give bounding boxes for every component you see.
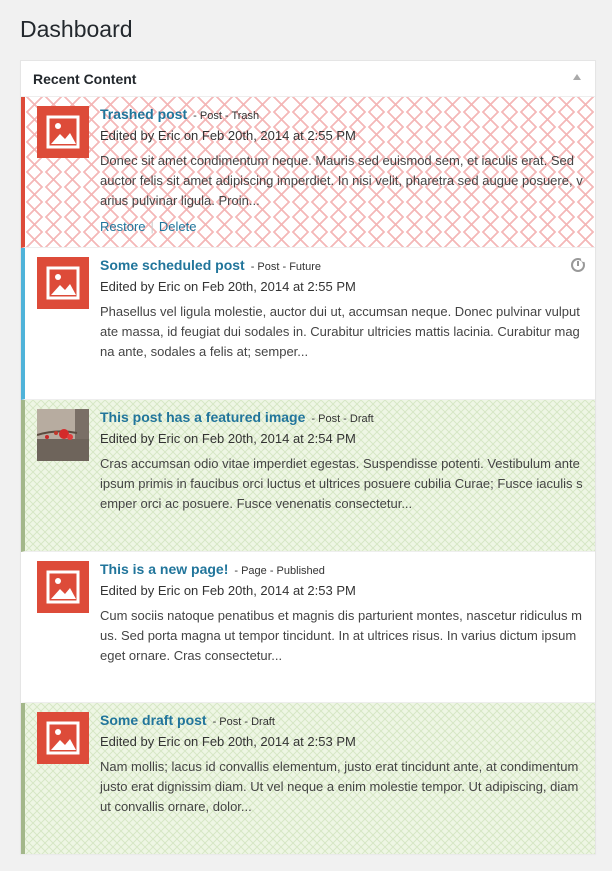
restore-link[interactable]: Restore [100, 219, 146, 234]
content-item-new-page: This is a new page! - Page - Published Ed… [21, 552, 595, 703]
item-actions: Restore | Delete [100, 219, 197, 234]
item-edited-info: Edited by Eric on Feb 20th, 2014 at 2:53… [100, 734, 356, 749]
featured-image-thumbnail [37, 409, 89, 461]
delete-link[interactable]: Delete [159, 219, 197, 234]
item-excerpt: Cum sociis natoque penatibus et magnis d… [100, 608, 582, 663]
action-separator: | [150, 219, 154, 234]
item-type-status: - Page - Published [234, 565, 325, 577]
item-edited-info: Edited by Eric on Feb 20th, 2014 at 2:53… [100, 583, 356, 598]
item-type-status: - Post - Trash [193, 110, 260, 122]
item-edited-info: Edited by Eric on Feb 20th, 2014 at 2:54… [100, 431, 356, 446]
widget-title: Recent Content [33, 71, 137, 87]
triangle-up-icon[interactable] [573, 74, 581, 80]
item-type-status: - Post - Future [250, 261, 321, 273]
item-title-link[interactable]: Trashed post - Post - Trash [100, 106, 259, 122]
item-edited-info: Edited by Eric on Feb 20th, 2014 at 2:55… [100, 279, 356, 294]
item-excerpt: Nam mollis; lacus id convallis elementum… [100, 759, 579, 814]
item-excerpt: Phasellus vel ligula molestie, auctor du… [100, 304, 580, 359]
image-placeholder-icon [37, 561, 89, 613]
item-title-link[interactable]: Some scheduled post - Post - Future [100, 257, 321, 273]
recent-content-widget: Recent Content Trashed post - Post - Tras… [20, 60, 596, 854]
content-item-featured-image-post: This post has a featured image - Post - D… [21, 400, 595, 552]
image-placeholder-icon [37, 712, 89, 764]
image-placeholder-icon [37, 106, 89, 158]
content-item-scheduled-post: Some scheduled post - Post - Future Edite… [21, 248, 595, 400]
item-excerpt: Cras accumsan odio vitae imperdiet egest… [100, 456, 583, 511]
item-type-status: - Post - Draft [212, 716, 275, 728]
content-item-trashed-post: Trashed post - Post - Trash Edited by Eri… [21, 97, 595, 248]
clock-icon [571, 257, 586, 272]
item-title-link[interactable]: This is a new page! - Page - Published [100, 561, 325, 577]
widget-header[interactable]: Recent Content [21, 61, 595, 97]
item-edited-info: Edited by Eric on Feb 20th, 2014 at 2:55… [100, 128, 356, 143]
item-excerpt: Donec sit amet condimentum neque. Mauris… [100, 153, 583, 208]
content-item-draft-post: Some draft post - Post - Draft Edited by … [21, 703, 595, 854]
item-title-link[interactable]: This post has a featured image - Post - D… [100, 409, 374, 425]
item-title-link[interactable]: Some draft post - Post - Draft [100, 712, 275, 728]
image-placeholder-icon [37, 257, 89, 309]
item-type-status: - Post - Draft [311, 413, 374, 425]
page-title: Dashboard [20, 16, 133, 42]
